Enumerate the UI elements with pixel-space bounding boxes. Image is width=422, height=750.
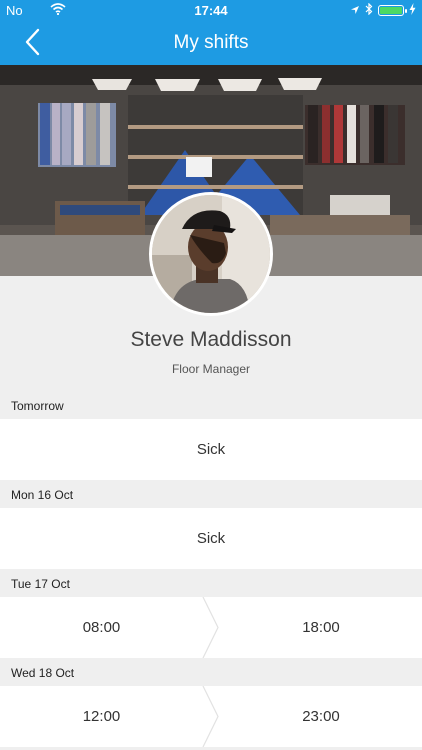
shift-day-header: Wed 18 Oct <box>0 658 422 686</box>
shift-day-label: Mon 16 Oct <box>11 488 74 502</box>
employee-name: Steve Maddisson <box>130 328 292 351</box>
shift-row[interactable]: 08:00 18:00 <box>0 597 422 658</box>
shift-status: Sick <box>196 441 226 458</box>
shift-day-header: Tue 17 Oct <box>0 569 422 597</box>
shift-day-label: Tue 17 Oct <box>11 577 70 591</box>
shift-day-label: Tomorrow <box>11 399 64 413</box>
shift-day-header: Tomorrow <box>0 391 422 419</box>
shift-start-time: 12:00 <box>82 708 121 725</box>
chevron-right-icon <box>202 686 219 747</box>
status-bar: No 17:44 <box>0 0 422 20</box>
shift-start-time: 08:00 <box>82 619 121 636</box>
avatar <box>149 192 273 316</box>
shift-day-header: Mon 16 Oct <box>0 480 422 508</box>
battery-icon <box>378 5 407 16</box>
location-arrow-icon <box>350 3 360 18</box>
shift-row[interactable]: Sick <box>0 419 422 480</box>
shift-end-time: 18:00 <box>302 619 340 636</box>
employee-role: Floor Manager <box>171 362 251 376</box>
shift-day-label: Wed 18 Oct <box>11 666 75 680</box>
shift-row[interactable]: 12:00 23:00 <box>0 686 422 747</box>
shift-status: Sick <box>196 530 226 547</box>
page-title: My shifts <box>173 32 249 53</box>
navigation-bar: My shifts <box>0 20 422 65</box>
charging-bolt-icon <box>409 3 416 18</box>
shift-row[interactable]: Sick <box>0 508 422 569</box>
shift-end-time: 23:00 <box>302 708 340 725</box>
chevron-right-icon <box>202 597 219 658</box>
bluetooth-icon <box>365 2 373 18</box>
